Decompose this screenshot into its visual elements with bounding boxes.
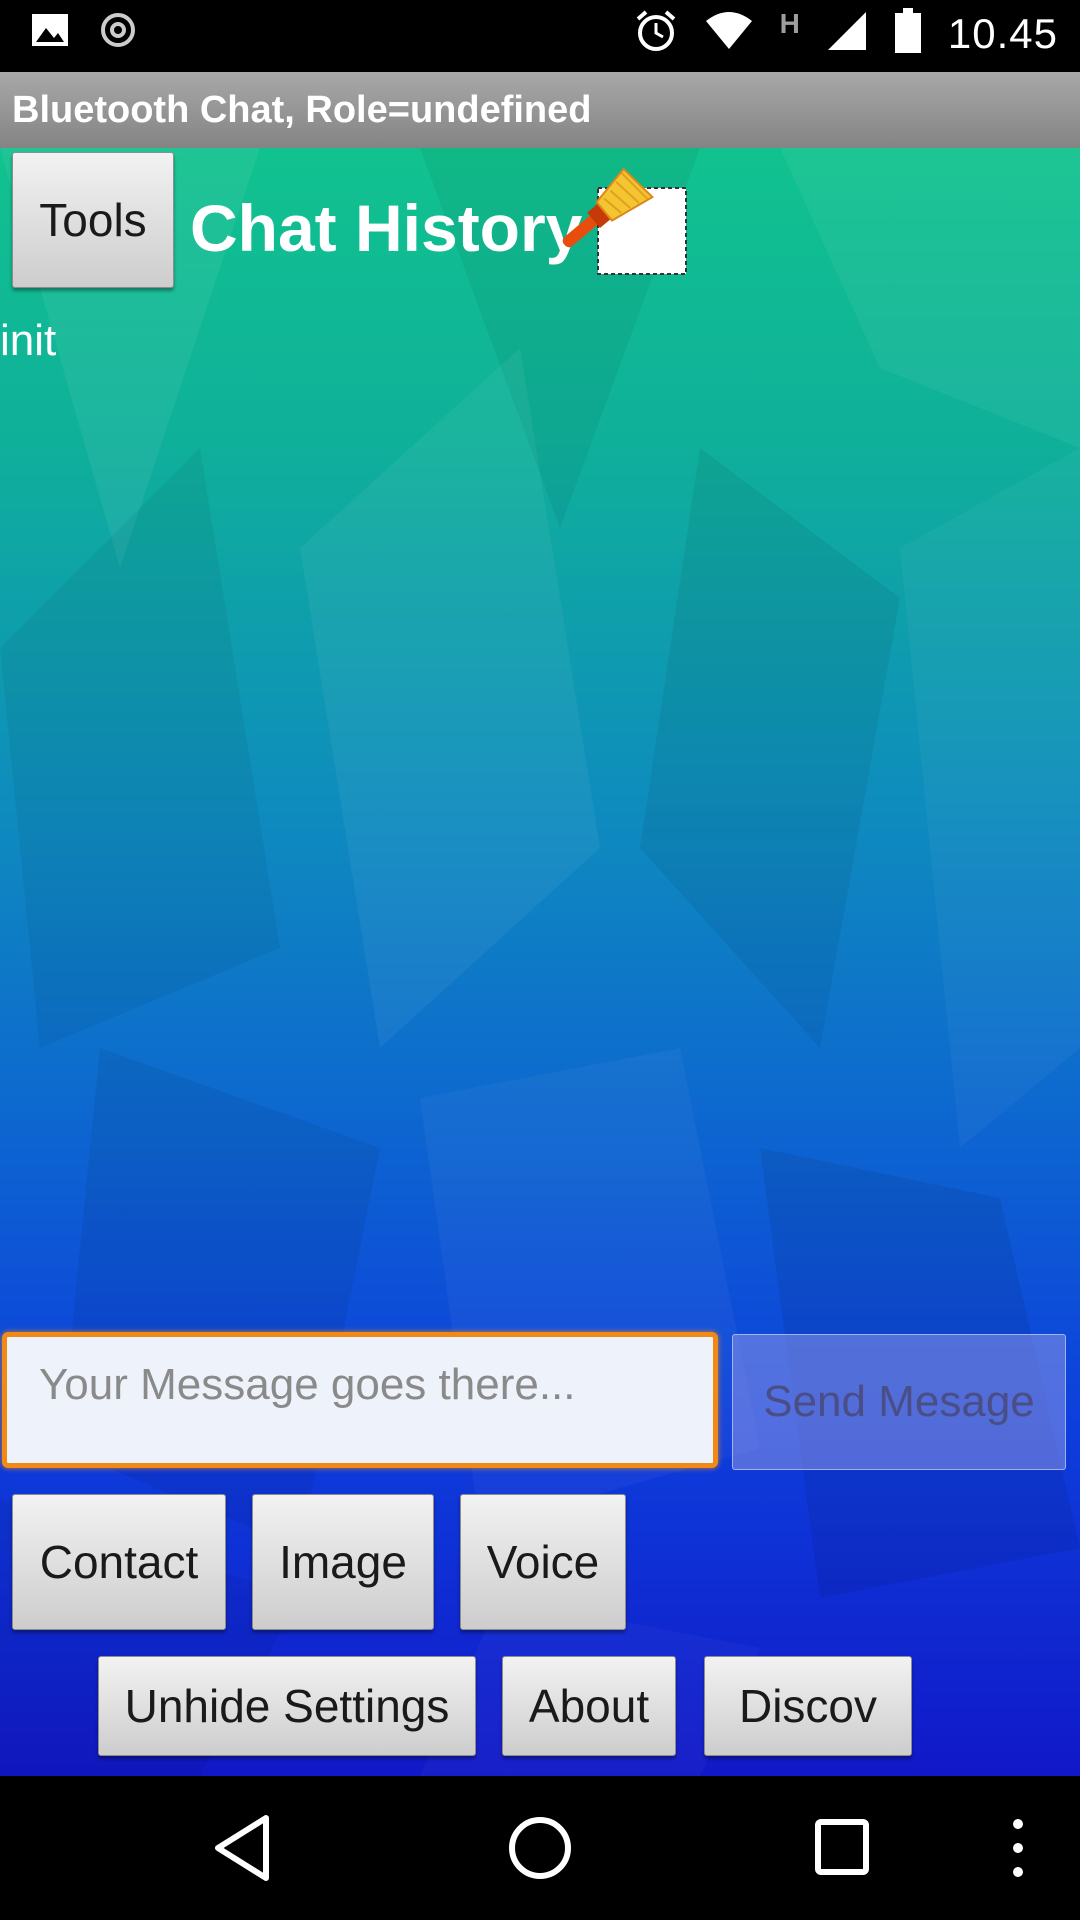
wifi-icon bbox=[704, 11, 754, 56]
recents-icon[interactable] bbox=[812, 1812, 872, 1889]
main-content: Tools Chat History init Send Mesage Cont… bbox=[0, 148, 1080, 1776]
overflow-menu-icon[interactable] bbox=[1006, 1812, 1030, 1889]
unhide-settings-button[interactable]: Unhide Settings bbox=[98, 1656, 476, 1756]
message-input[interactable] bbox=[37, 1359, 701, 1411]
app-title: Bluetooth Chat, Role=undefined bbox=[12, 89, 592, 131]
voice-button[interactable]: Voice bbox=[460, 1494, 626, 1630]
chat-history-title: Chat History bbox=[190, 191, 583, 265]
image-icon bbox=[30, 12, 70, 53]
about-button[interactable]: About bbox=[502, 1656, 676, 1756]
discov-button[interactable]: Discov bbox=[704, 1656, 912, 1756]
network-type-label: H bbox=[779, 7, 800, 39]
message-field[interactable] bbox=[2, 1332, 718, 1468]
image-button[interactable]: Image bbox=[252, 1494, 434, 1630]
tools-button[interactable]: Tools bbox=[12, 152, 174, 288]
app-title-bar: Bluetooth Chat, Role=undefined bbox=[0, 72, 1080, 148]
broom-icon[interactable] bbox=[560, 167, 700, 298]
signal-icon bbox=[826, 10, 868, 57]
nav-bar bbox=[0, 1776, 1080, 1920]
status-bar: H 10.45 bbox=[0, 0, 1080, 72]
chat-line: init bbox=[0, 316, 57, 365]
contact-button[interactable]: Contact bbox=[12, 1494, 226, 1630]
send-message-button[interactable]: Send Mesage bbox=[732, 1334, 1066, 1470]
back-icon[interactable] bbox=[210, 1812, 274, 1889]
sync-icon bbox=[100, 12, 136, 53]
home-icon[interactable] bbox=[504, 1812, 576, 1889]
clock: 10.45 bbox=[947, 9, 1058, 57]
alarm-icon bbox=[634, 9, 678, 58]
battery-icon bbox=[894, 8, 922, 59]
